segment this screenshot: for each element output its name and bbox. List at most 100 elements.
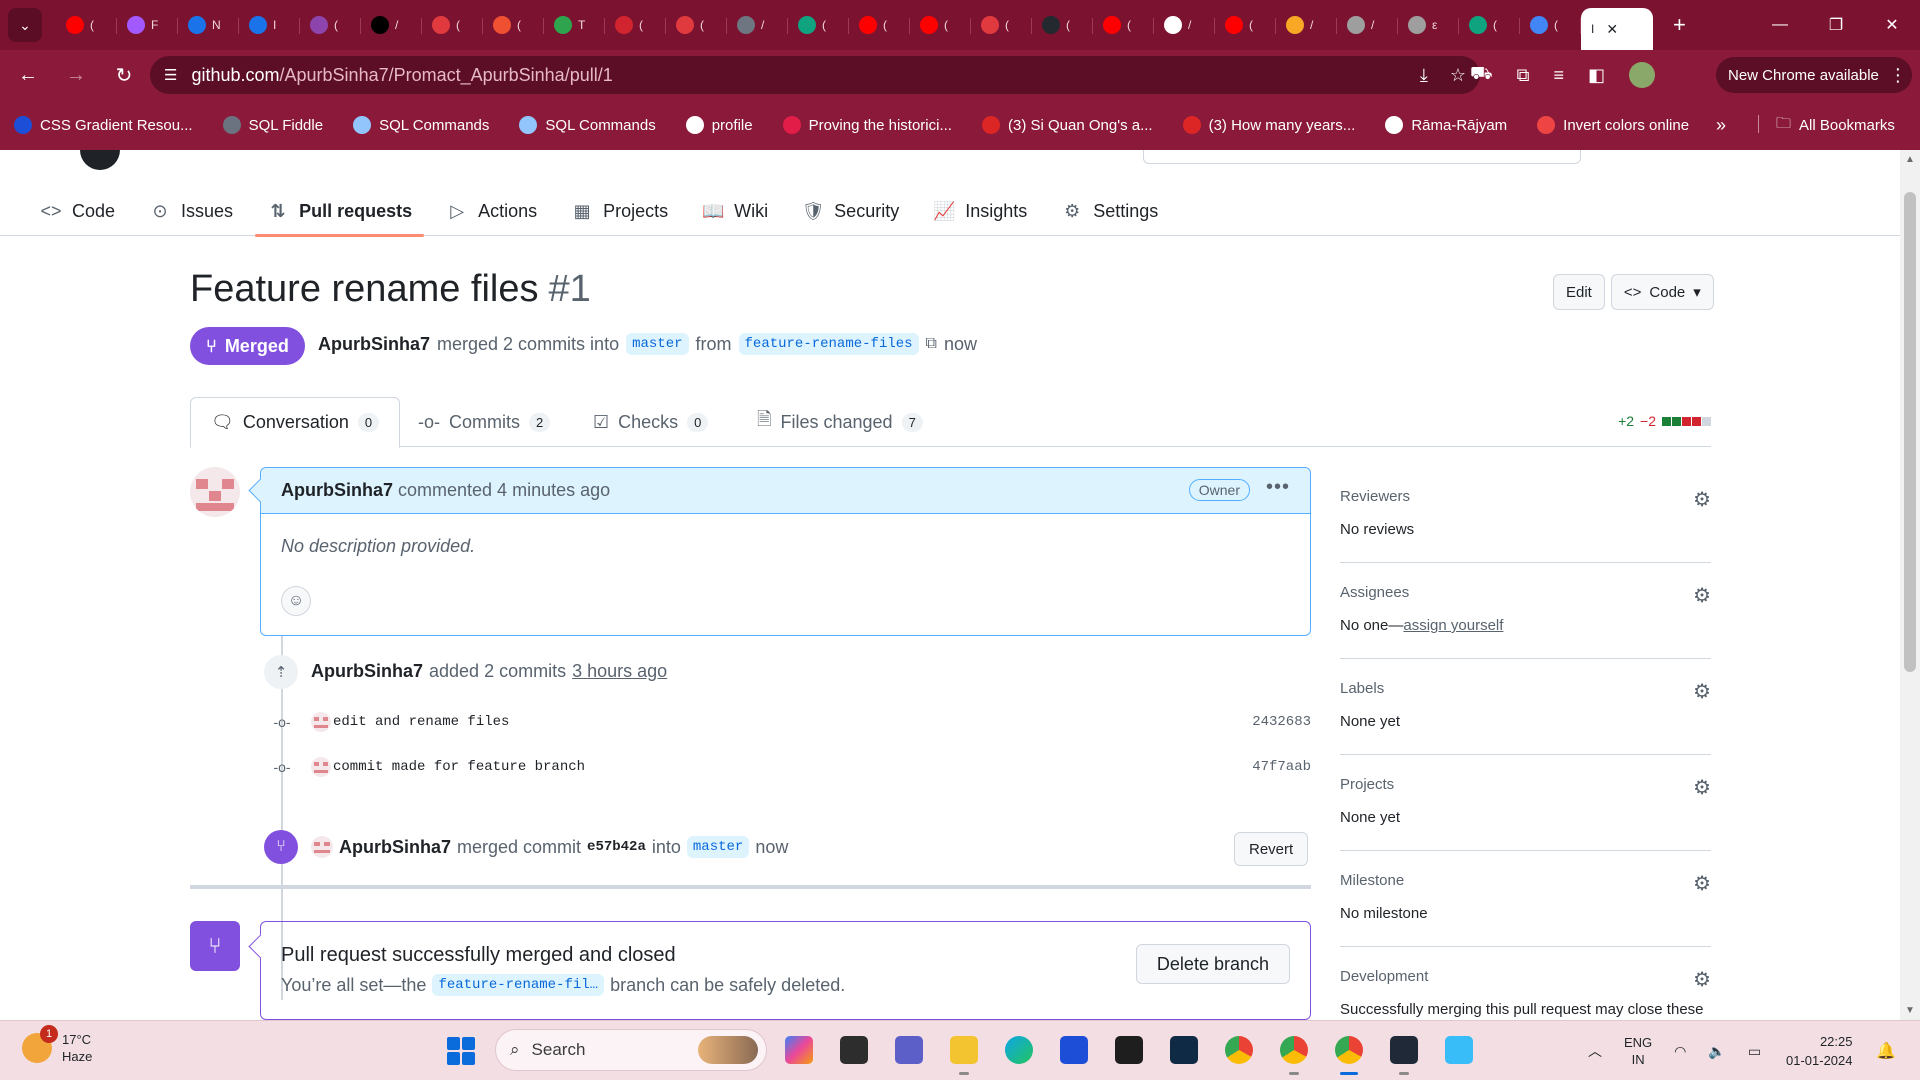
browser-tab[interactable]: ( <box>849 6 910 44</box>
reload-button[interactable]: ↻ <box>104 55 144 95</box>
copilot-app-icon[interactable] <box>780 1031 818 1069</box>
notepad-app-icon[interactable] <box>1440 1031 1478 1069</box>
base-branch[interactable]: master <box>686 836 750 858</box>
event-author-link[interactable]: ApurbSinha7 <box>339 837 451 858</box>
delete-branch-button[interactable]: Delete branch <box>1135 944 1290 984</box>
install-app-icon[interactable]: ⤓ <box>1420 65 1428 86</box>
sidebar-title[interactable]: Assignees <box>1340 584 1409 601</box>
scroll-down-icon[interactable]: ▼ <box>1900 1005 1920 1016</box>
gear-icon[interactable]: ⚙ <box>1693 775 1711 800</box>
side-panel-icon[interactable]: ◧ <box>1588 65 1605 86</box>
bookmark-item[interactable]: Invert colors online <box>1537 116 1689 134</box>
scroll-up-icon[interactable]: ▲ <box>1900 154 1920 165</box>
bookmark-item[interactable]: Rāma-Rājyam <box>1385 116 1507 134</box>
browser-tab[interactable]: / <box>1337 6 1398 44</box>
repo-nav-projects[interactable]: ▦ Projects <box>559 186 680 236</box>
bookmark-item[interactable]: SQL Commands <box>519 116 656 134</box>
bookmark-item[interactable]: SQL Commands <box>353 116 489 134</box>
chrome-active-app-icon[interactable] <box>1330 1031 1368 1075</box>
url-text[interactable]: github.com/ApurbSinha7/Promact_ApurbSinh… <box>191 65 612 86</box>
teams-app-icon[interactable] <box>890 1031 928 1069</box>
browser-tab[interactable]: ( <box>605 6 666 44</box>
commit-message-link[interactable]: edit and rename files <box>333 714 509 730</box>
dropbox-app-icon[interactable] <box>1110 1031 1148 1069</box>
browser-tab[interactable]: I <box>239 6 300 44</box>
browser-tab[interactable]: ( <box>1093 6 1154 44</box>
chrome-profile-app-icon[interactable] <box>1275 1031 1313 1075</box>
extensions-puzzle-icon[interactable]: ⧉ <box>1517 65 1530 86</box>
browser-tab[interactable]: / <box>361 6 422 44</box>
browser-tab[interactable]: ( <box>1032 6 1093 44</box>
bookmark-item[interactable]: (3) Si Quan Ong's a... <box>981 116 1153 134</box>
gear-icon[interactable]: ⚙ <box>1693 583 1711 608</box>
assign-yourself-link[interactable]: assign yourself <box>1403 617 1503 634</box>
copy-icon[interactable]: ⧉ <box>926 335 937 353</box>
page-scrollbar[interactable]: ▲ ▼ <box>1900 150 1920 1020</box>
chrome-app-icon[interactable] <box>1220 1031 1258 1069</box>
revert-button[interactable]: Revert <box>1234 832 1309 866</box>
avatar[interactable] <box>190 467 240 517</box>
repo-nav-issues[interactable]: ⊙ Issues <box>137 186 245 236</box>
browser-tab[interactable]: / <box>727 6 788 44</box>
wifi-icon[interactable]: ◠ <box>1674 1043 1686 1060</box>
tab-conversation[interactable]: 🗨 Conversation 0 <box>190 397 401 448</box>
commit-message-link[interactable]: commit made for feature branch <box>333 759 585 775</box>
scrollbar-thumb[interactable] <box>1904 192 1916 672</box>
tray-overflow-icon[interactable]: ︿ <box>1588 1041 1602 1061</box>
repo-nav-settings[interactable]: ⚙ Settings <box>1049 186 1170 236</box>
language-indicator[interactable]: ENG IN <box>1624 1034 1652 1068</box>
merge-commit-sha-link[interactable]: e57b42a <box>587 839 646 855</box>
browser-tab[interactable]: ( <box>1459 6 1520 44</box>
new-tab-button[interactable]: + <box>1673 12 1686 38</box>
browser-tab-active[interactable]: I ✕ <box>1581 8 1653 50</box>
taskbar-search[interactable]: ⌕ Search <box>495 1029 767 1071</box>
bookmark-item[interactable]: Proving the historici... <box>782 116 952 134</box>
gear-icon[interactable]: ⚙ <box>1693 871 1711 896</box>
browser-tab[interactable]: ( <box>971 6 1032 44</box>
browser-tab[interactable]: ( <box>422 6 483 44</box>
address-bar[interactable]: ☰ github.com/ApurbSinha7/Promact_ApurbSi… <box>150 56 1480 94</box>
avatar[interactable] <box>311 757 331 777</box>
bookmark-item[interactable]: CSS Gradient Resou... <box>14 116 193 134</box>
commit-sha-link[interactable]: 2432683 <box>1252 714 1311 730</box>
avatar[interactable] <box>311 836 333 858</box>
file-explorer-app-icon[interactable] <box>945 1031 983 1075</box>
new-chrome-available-button[interactable]: New Chrome available ⋮ <box>1716 57 1912 93</box>
comment-action[interactable]: commented 4 minutes ago <box>398 480 610 501</box>
close-tab-icon[interactable]: ✕ <box>1606 21 1618 38</box>
notifications-bell-icon[interactable]: 🔔 <box>1876 1041 1896 1061</box>
browser-tab[interactable]: T <box>544 6 605 44</box>
bookmark-item[interactable]: SQL Fiddle <box>222 116 323 134</box>
browser-tab[interactable]: ( <box>666 6 727 44</box>
repo-nav-security[interactable]: 🛡 Security <box>790 186 911 236</box>
browser-tab[interactable]: F <box>117 6 178 44</box>
profile-avatar[interactable] <box>1629 62 1656 88</box>
back-button[interactable]: ← <box>8 55 48 95</box>
browser-tab[interactable]: ε <box>1398 6 1459 44</box>
browser-tab[interactable]: ( <box>1520 6 1581 44</box>
commit-sha-link[interactable]: 47f7aab <box>1252 759 1311 775</box>
browser-tab[interactable]: ( <box>300 6 361 44</box>
minimize-button[interactable]: — <box>1752 0 1808 50</box>
bookmark-item[interactable]: profile <box>685 116 753 134</box>
edit-button[interactable]: Edit <box>1553 274 1605 310</box>
sidebar-title[interactable]: Projects <box>1340 776 1394 793</box>
event-time-link[interactable]: 3 hours ago <box>572 661 667 682</box>
event-author-link[interactable]: ApurbSinha7 <box>311 661 423 682</box>
browser-tab[interactable]: ( <box>788 6 849 44</box>
edge-app-icon[interactable] <box>1000 1031 1038 1069</box>
media-controls-icon[interactable]: ≡ <box>1554 65 1565 86</box>
github-logo-icon[interactable] <box>80 150 120 170</box>
bookmarks-overflow-icon[interactable]: » <box>1716 115 1726 136</box>
task-view-icon[interactable] <box>835 1031 873 1069</box>
browser-tab[interactable]: ( <box>483 6 544 44</box>
base-branch[interactable]: master <box>626 333 689 355</box>
weather-widget[interactable]: 1 17°C Haze <box>22 1025 92 1065</box>
restore-button[interactable]: ❐ <box>1808 0 1864 50</box>
repo-nav-code[interactable]: <> Code <box>28 186 127 236</box>
tab-files-changed[interactable]: 🗎 Files changed 7 <box>757 397 923 447</box>
extension-car-icon[interactable]: ⛟ <box>1470 63 1493 87</box>
browser-tab[interactable]: ( <box>910 6 971 44</box>
browser-tab[interactable]: ( <box>1215 6 1276 44</box>
sidebar-title[interactable]: Development <box>1340 968 1428 985</box>
